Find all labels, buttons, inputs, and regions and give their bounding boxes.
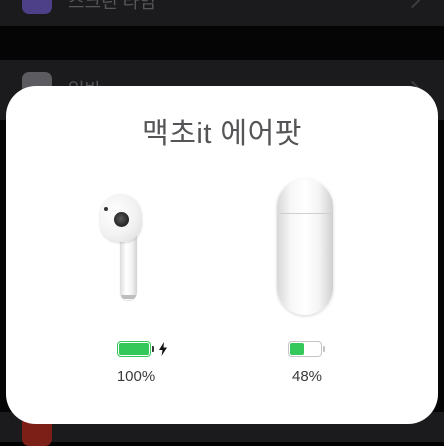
settings-group-top: 스크린 타임 bbox=[0, 0, 444, 26]
charging-bolt-icon bbox=[159, 342, 167, 356]
earbud-speaker-grille bbox=[114, 212, 129, 227]
case-battery-percent: 48% bbox=[291, 368, 323, 385]
earbud-battery-percent: 100% bbox=[116, 368, 156, 385]
settings-row-screen-time[interactable]: 스크린 타임 bbox=[0, 0, 444, 26]
airpod-earbud-icon bbox=[98, 194, 150, 302]
airpods-popup-card: 맥초it 에어팟 100% 48% bbox=[6, 86, 438, 424]
device-name-title: 맥초it 에어팟 bbox=[142, 118, 302, 150]
earbud-stem-tip bbox=[121, 295, 136, 299]
airpods-case-icon bbox=[277, 179, 333, 315]
case-battery-icon bbox=[288, 341, 325, 357]
earbud-sensor bbox=[104, 207, 108, 211]
case-lid-seam bbox=[279, 213, 331, 214]
settings-row-label: 스크린 타임 bbox=[68, 0, 156, 12]
earbud-head bbox=[100, 194, 142, 242]
earbud-battery-icon bbox=[117, 341, 154, 357]
chevron-right-icon bbox=[404, 0, 421, 9]
case-battery-fill bbox=[290, 343, 305, 355]
earbud-battery-fill bbox=[119, 343, 149, 355]
hourglass-icon bbox=[22, 0, 52, 14]
